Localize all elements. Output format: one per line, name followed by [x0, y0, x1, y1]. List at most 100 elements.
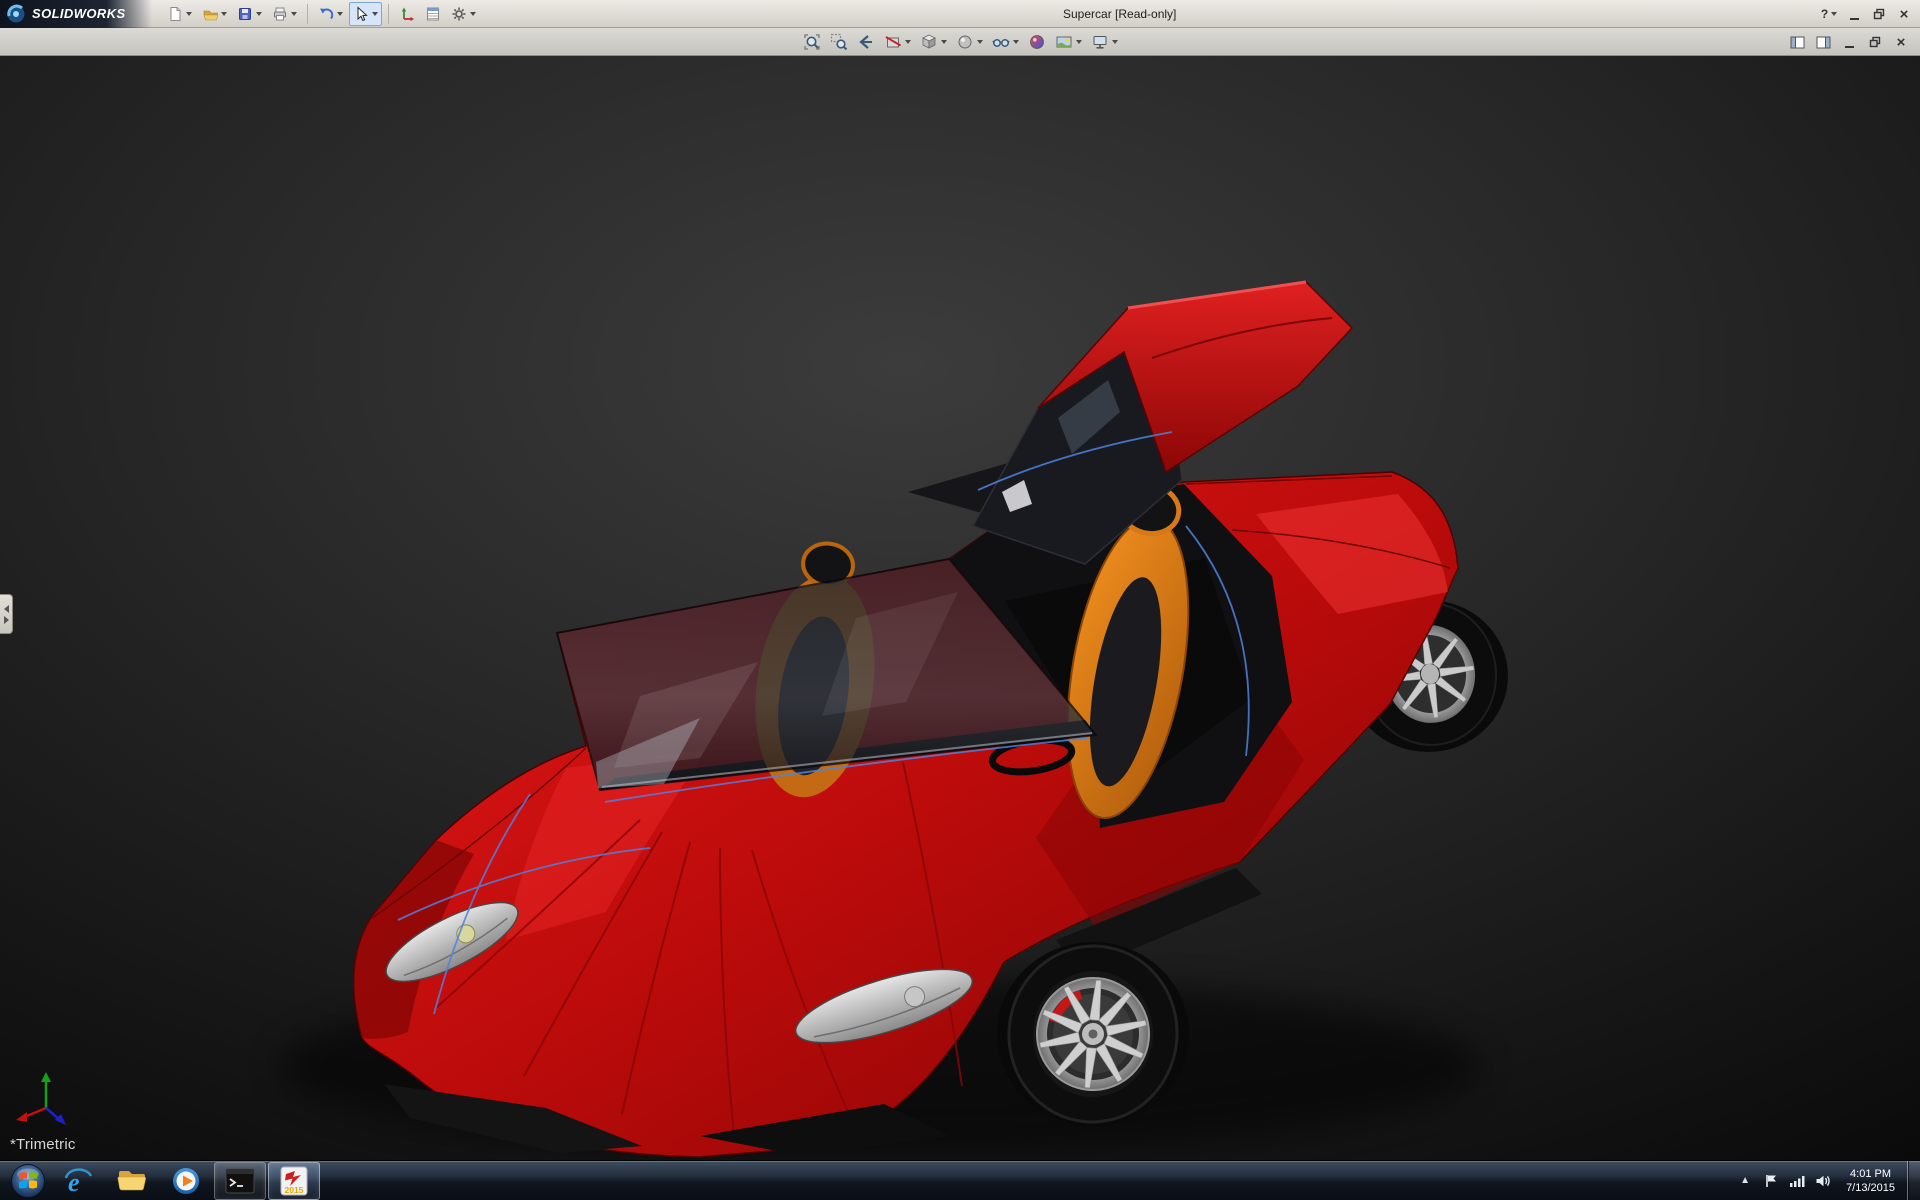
- windows-start-orb-icon: [11, 1163, 45, 1198]
- dropdown-caret-icon: [904, 39, 911, 44]
- dropdown-caret-icon: [1111, 39, 1118, 44]
- dropdown-caret-icon: [940, 39, 947, 44]
- select-cursor-icon: [357, 5, 368, 21]
- view-orientation-button[interactable]: [916, 30, 951, 54]
- help-button[interactable]: ?: [1818, 5, 1840, 24]
- pane-right-icon: [1816, 36, 1830, 48]
- taskbar: e 2015 ▲ 4:01 PM 7/13/2015: [0, 1160, 1920, 1200]
- close-icon: ×: [1896, 33, 1906, 51]
- view-orientation-label: *Trimetric: [10, 1136, 76, 1153]
- dropdown-caret-icon: [255, 11, 262, 16]
- taskbar-command-prompt-button[interactable]: [214, 1161, 266, 1200]
- view-settings-button[interactable]: [1087, 30, 1122, 54]
- toolbar-separator: [387, 3, 389, 24]
- zoom-to-area-button[interactable]: [826, 30, 852, 54]
- zoom-to-fit-button[interactable]: [799, 30, 825, 54]
- taskbar-windows-explorer-button[interactable]: [106, 1162, 158, 1200]
- file-properties-button[interactable]: [421, 2, 445, 26]
- clock-time: 4:01 PM: [1850, 1167, 1892, 1180]
- network-icon: [1790, 1175, 1805, 1187]
- open-folder-icon: [203, 10, 218, 20]
- view-cube-icon: [921, 34, 936, 49]
- close-window-button[interactable]: ×: [1893, 5, 1915, 24]
- hide-show-items-button[interactable]: [988, 30, 1023, 54]
- new-document-button[interactable]: [163, 2, 196, 26]
- chevron-left-icon: [3, 604, 9, 613]
- restore-icon: [1869, 36, 1881, 48]
- dropdown-caret-icon: [1831, 12, 1838, 16]
- minimize-window-button[interactable]: [1843, 5, 1865, 24]
- system-tray: ▲ 4:01 PM 7/13/2015: [1732, 1160, 1920, 1200]
- main-toolbar: [162, 1, 481, 26]
- save-button[interactable]: [233, 2, 266, 26]
- instant3d-icon: [401, 7, 414, 21]
- command-prompt-icon: [225, 1168, 255, 1193]
- minimize-document-button[interactable]: [1838, 33, 1860, 52]
- taskbar-solidworks-button[interactable]: 2015: [268, 1161, 320, 1200]
- previous-view-button[interactable]: [853, 30, 879, 54]
- dropdown-caret-icon: [371, 11, 378, 16]
- chevron-right-icon: [3, 615, 9, 624]
- restore-window-button[interactable]: [1868, 5, 1890, 24]
- orientation-triad: [14, 1068, 78, 1132]
- open-button[interactable]: [198, 2, 231, 26]
- action-center-button[interactable]: [1758, 1173, 1784, 1189]
- start-button[interactable]: [4, 1161, 52, 1200]
- section-view-icon: [884, 35, 901, 47]
- select-button[interactable]: [348, 1, 382, 26]
- gear-icon: [452, 7, 466, 20]
- save-icon: [238, 7, 251, 20]
- restore-icon: [1873, 8, 1885, 20]
- 3ds-logo-icon: [7, 4, 25, 22]
- heads-up-toolbar: [799, 30, 1122, 54]
- section-view-button[interactable]: [880, 30, 915, 54]
- taskbar-media-player-button[interactable]: [160, 1162, 212, 1200]
- solidworks-logo: SOLIDWORKS: [0, 0, 152, 28]
- appearance-ball-icon: [1029, 34, 1044, 49]
- graphics-viewport[interactable]: *Trimetric: [0, 56, 1920, 1160]
- document-window-controls: ×: [1786, 28, 1912, 56]
- close-document-button[interactable]: ×: [1890, 33, 1912, 52]
- dropdown-caret-icon: [336, 11, 343, 16]
- scene-icon: [1056, 36, 1071, 47]
- internet-explorer-icon: e: [64, 1168, 93, 1197]
- restore-document-button[interactable]: [1864, 33, 1886, 52]
- network-status-button[interactable]: [1784, 1173, 1810, 1189]
- undo-button[interactable]: [314, 2, 347, 26]
- options-button[interactable]: [447, 2, 480, 26]
- show-desktop-button[interactable]: [1907, 1160, 1920, 1200]
- supercar-3d-model: [0, 56, 1920, 1160]
- print-icon: [273, 7, 286, 20]
- featuremanager-collapsed-tab[interactable]: [0, 594, 13, 634]
- help-glyph: ?: [1820, 7, 1829, 21]
- media-player-icon: [173, 1167, 199, 1194]
- taskbar-internet-explorer-button[interactable]: e: [52, 1162, 104, 1200]
- edit-appearance-button[interactable]: [1024, 30, 1050, 54]
- print-button[interactable]: [268, 2, 301, 26]
- apply-scene-button[interactable]: [1051, 30, 1086, 54]
- pane-left-icon: [1790, 36, 1804, 48]
- pane-left-button[interactable]: [1786, 33, 1808, 52]
- dropdown-caret-icon: [185, 11, 192, 16]
- zoom-to-fit-icon: [803, 33, 820, 50]
- pane-right-button[interactable]: [1812, 33, 1834, 52]
- new-document-icon: [170, 6, 181, 21]
- volume-icon: [1816, 1175, 1830, 1186]
- solidworks-2015-icon: 2015: [280, 1166, 308, 1195]
- eyeglasses-icon: [991, 38, 1010, 47]
- previous-view-icon: [858, 34, 872, 49]
- view-toolbar: ×: [0, 28, 1920, 56]
- minimize-icon: [1849, 17, 1859, 20]
- close-icon: ×: [1899, 5, 1909, 23]
- minimize-icon: [1844, 45, 1854, 48]
- display-style-button[interactable]: [952, 30, 987, 54]
- instant3d-button[interactable]: [395, 2, 419, 26]
- flag-icon: [1766, 1174, 1777, 1187]
- view-settings-icon: [1093, 35, 1106, 49]
- taskbar-clock[interactable]: 4:01 PM 7/13/2015: [1836, 1167, 1907, 1195]
- dropdown-caret-icon: [1012, 39, 1019, 44]
- window-title: Supercar [Read-only]: [1063, 7, 1177, 21]
- tray-expand-button[interactable]: ▲: [1732, 1175, 1758, 1186]
- window-controls: ? ×: [1818, 0, 1915, 28]
- volume-button[interactable]: [1810, 1173, 1836, 1189]
